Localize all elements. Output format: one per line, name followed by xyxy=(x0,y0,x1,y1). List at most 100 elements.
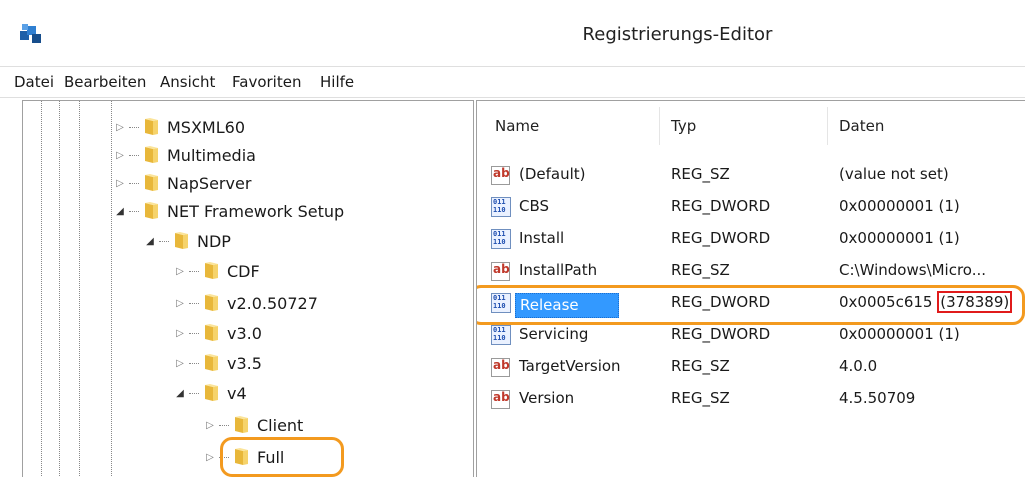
tree-node[interactable]: ▷ Client xyxy=(203,411,303,439)
column-separator[interactable] xyxy=(659,107,660,145)
value-type: REG_DWORD xyxy=(671,229,771,247)
tree-connector xyxy=(129,154,139,156)
tree-connector xyxy=(129,182,139,184)
folder-icon xyxy=(145,146,158,163)
collapsed-arrow-icon[interactable]: ▷ xyxy=(113,150,127,161)
folder-icon xyxy=(145,174,158,191)
values-pane[interactable]: Name Typ Daten ab (Default) REG_SZ (value n… xyxy=(476,100,1025,477)
tree-guide-line xyxy=(59,101,60,477)
menu-bar: Datei Bearbeiten Ansicht Favoriten Hilfe xyxy=(0,66,1025,98)
menu-favoriten[interactable]: Favoriten xyxy=(232,73,301,91)
tree-connector xyxy=(219,424,229,426)
tree-guide-line xyxy=(79,101,80,477)
column-header-typ[interactable]: Typ xyxy=(671,117,696,135)
folder-icon xyxy=(175,232,188,249)
tree-node-label: MSXML60 xyxy=(167,117,245,137)
value-type: REG_DWORD xyxy=(671,325,771,343)
collapsed-arrow-icon[interactable]: ▷ xyxy=(203,420,217,431)
tree-connector xyxy=(189,270,199,272)
tree-node[interactable]: ▷ CDF xyxy=(173,257,260,285)
tree-connector xyxy=(129,210,139,212)
tree-connector xyxy=(219,456,229,458)
tree-node[interactable]: ◢ v4 xyxy=(173,379,247,407)
tree-node-label: Multimedia xyxy=(167,145,256,165)
value-name-text: InstallPath xyxy=(519,261,598,279)
tree-node-label: NET Framework Setup xyxy=(167,201,345,221)
window-title: Registrierungs-Editor xyxy=(582,24,773,45)
value-data-hex: 0x0005c615 xyxy=(839,293,938,311)
tree-node[interactable]: ◢ NDP xyxy=(143,227,231,255)
tree-node-label: Client xyxy=(257,415,304,435)
menu-hilfe[interactable]: Hilfe xyxy=(320,73,354,91)
value-name: Install xyxy=(519,229,564,247)
binary-value-icon: 011 110 xyxy=(491,293,511,313)
expanded-arrow-icon[interactable]: ◢ xyxy=(113,206,127,217)
column-separator[interactable] xyxy=(827,107,828,145)
tree-node-label: CDF xyxy=(227,261,260,281)
tree-guide-line xyxy=(111,101,112,477)
value-name: TargetVersion xyxy=(519,357,621,375)
value-row[interactable]: 011 110 Servicing REG_DWORD 0x00000001 (1) xyxy=(477,319,1025,351)
collapsed-arrow-icon[interactable]: ▷ xyxy=(173,328,187,339)
value-name: Release xyxy=(515,293,619,318)
release-number-highlight: (378389) xyxy=(937,291,1013,313)
folder-icon xyxy=(205,324,218,341)
value-name: InstallPath xyxy=(519,261,597,279)
value-row[interactable]: ab (Default) REG_SZ (value not set) xyxy=(477,159,1025,191)
collapsed-arrow-icon[interactable]: ▷ xyxy=(203,452,217,463)
collapsed-arrow-icon[interactable]: ▷ xyxy=(113,122,127,133)
folder-icon xyxy=(145,202,158,219)
tree-node[interactable]: ◢ NET Framework Setup xyxy=(113,197,344,225)
tree-node[interactable]: ▷ v2.0.50727 xyxy=(173,289,318,317)
tree-connector xyxy=(189,332,199,334)
string-value-icon: ab xyxy=(491,165,511,185)
collapsed-arrow-icon[interactable]: ▷ xyxy=(173,298,187,309)
tree-node[interactable]: ▷ Multimedia xyxy=(113,141,256,169)
tree-node[interactable]: ▷ NapServer xyxy=(113,169,251,197)
value-data: 4.0.0 xyxy=(839,357,878,375)
tree-connector xyxy=(189,362,199,364)
value-name-text: Release xyxy=(515,293,619,318)
value-row[interactable]: ab TargetVersion REG_SZ 4.0.0 xyxy=(477,351,1025,383)
value-type: REG_DWORD xyxy=(671,293,771,311)
tree-connector xyxy=(129,126,139,128)
value-row[interactable]: 011 110 CBS REG_DWORD 0x00000001 (1) xyxy=(477,191,1025,223)
tree-node-label: v3.5 xyxy=(227,353,262,373)
string-value-icon: ab xyxy=(491,389,511,409)
expanded-arrow-icon[interactable]: ◢ xyxy=(173,388,187,399)
column-header-name[interactable]: Name xyxy=(495,117,539,135)
tree-node[interactable]: ▷ v3.0 xyxy=(173,319,262,347)
string-value-icon: ab xyxy=(491,357,511,377)
value-name: (Default) xyxy=(519,165,586,183)
value-name-text: Install xyxy=(519,229,565,247)
value-row[interactable]: ab Version REG_SZ 4.5.50709 xyxy=(477,383,1025,415)
tree-node-label: v4 xyxy=(227,383,247,403)
folder-icon xyxy=(205,294,218,311)
folder-icon xyxy=(205,354,218,371)
value-data: 0x00000001 (1) xyxy=(839,325,960,343)
menu-bearbeiten[interactable]: Bearbeiten xyxy=(64,73,146,91)
value-name: Servicing xyxy=(519,325,588,343)
tree-node[interactable]: ▷ v3.5 xyxy=(173,349,262,377)
column-header-daten[interactable]: Daten xyxy=(839,117,884,135)
value-data: C:\Windows\Micro... xyxy=(839,261,987,279)
collapsed-arrow-icon[interactable]: ▷ xyxy=(173,266,187,277)
tree-connector xyxy=(189,392,199,394)
collapsed-arrow-icon[interactable]: ▷ xyxy=(113,178,127,189)
expanded-arrow-icon[interactable]: ◢ xyxy=(143,236,157,247)
value-row[interactable]: ab InstallPath REG_SZ C:\Windows\Micro... xyxy=(477,255,1025,287)
menu-ansicht[interactable]: Ansicht xyxy=(160,73,215,91)
tree-node[interactable]: ▷ MSXML60 xyxy=(113,113,245,141)
tree-connector xyxy=(159,240,169,242)
key-tree-pane[interactable]: ▷ MSXML60 ▷ Multimedia ▷ NapServer ◢ NET Framew… xyxy=(22,100,474,477)
value-data: (value not set) xyxy=(839,165,949,183)
tree-node[interactable]: ▷ Full xyxy=(203,443,284,471)
value-name-text: (Default) xyxy=(519,165,586,183)
value-row[interactable]: 011 110 Install REG_DWORD 0x00000001 (1) xyxy=(477,223,1025,255)
tree-node-label: Full xyxy=(257,447,285,467)
collapsed-arrow-icon[interactable]: ▷ xyxy=(173,358,187,369)
tree-node-label: v3.0 xyxy=(227,323,262,343)
binary-value-icon: 011 110 xyxy=(491,229,511,249)
value-row[interactable]: 011 110 Release REG_DWORD 0x0005c615 (378389… xyxy=(477,287,1025,319)
menu-datei[interactable]: Datei xyxy=(14,73,54,91)
